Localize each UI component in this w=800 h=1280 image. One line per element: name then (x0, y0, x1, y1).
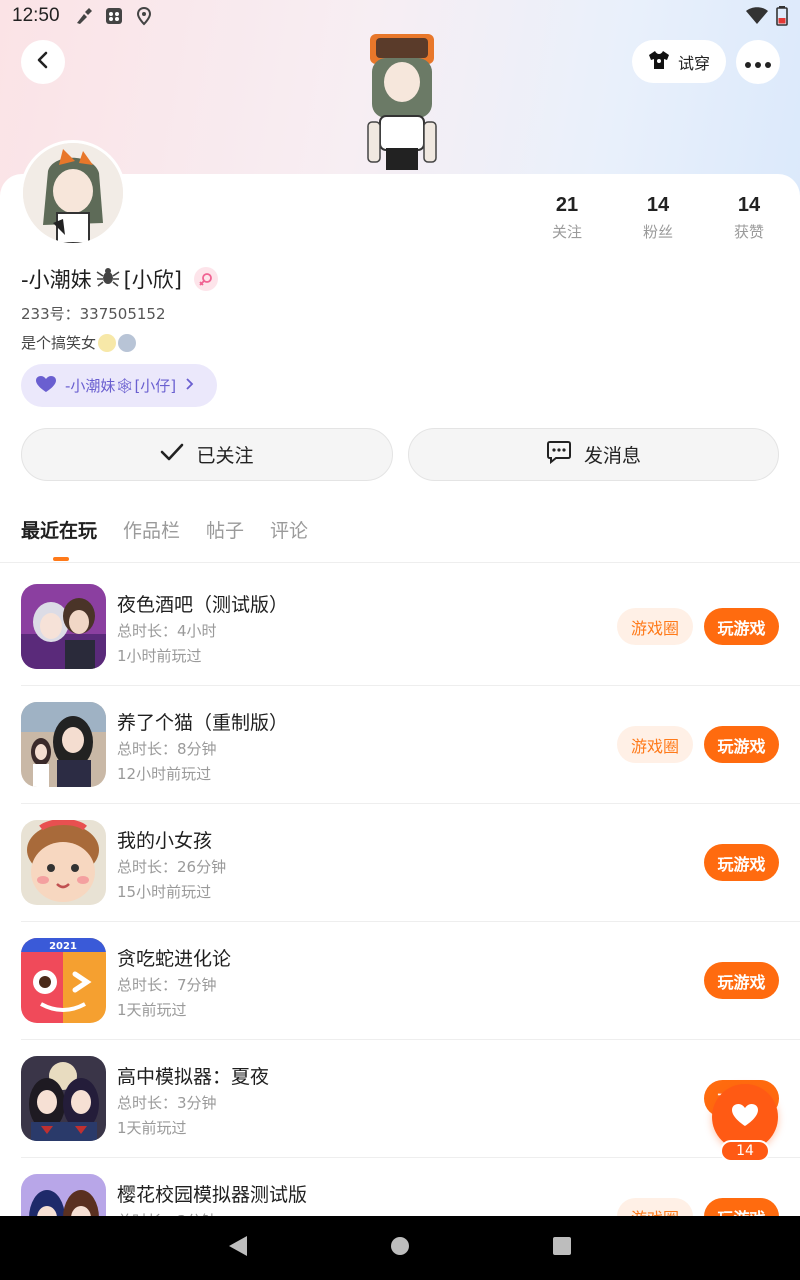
following-label: 已关注 (196, 445, 254, 467)
back-button[interactable] (21, 40, 65, 84)
username: -小潮妹 [小欣] (21, 264, 218, 294)
check-icon (160, 442, 184, 467)
game-title: 养了个猫（重制版） (117, 712, 289, 734)
play-game-button[interactable]: 玩游戏 (704, 608, 779, 645)
username-suffix: [小欣] (123, 268, 182, 292)
stat-value: 14 (646, 194, 670, 216)
game-duration: 总时长：7分钟 (117, 976, 217, 994)
system-navigation-bar (0, 1216, 800, 1280)
clean-icon (74, 6, 94, 26)
user-id: 233号：337505152 (21, 305, 166, 323)
stat-following[interactable]: 21 关注 (532, 194, 602, 242)
divider (0, 562, 800, 563)
game-circle-button[interactable]: 游戏圈 (617, 608, 693, 645)
game-last-played: 1天前玩过 (117, 1001, 187, 1019)
game-circle-button[interactable]: 游戏圈 (617, 726, 693, 763)
try-on-button[interactable]: 试穿 (632, 40, 726, 83)
tab-comments[interactable]: 评论 (270, 516, 308, 543)
cp-relationship-pill[interactable]: -小潮妹🕸[小仔] (21, 364, 217, 407)
game-last-played: 15小时前玩过 (117, 883, 212, 901)
heart-icon (35, 375, 57, 397)
female-gender-icon (193, 267, 218, 291)
tab-works[interactable]: 作品栏 (123, 516, 180, 543)
game-icon-snake-evolution: 2021 (21, 938, 106, 1023)
nav-back-icon[interactable] (227, 1234, 249, 1262)
following-button[interactable]: 已关注 (21, 428, 393, 481)
active-tab-indicator (53, 557, 69, 561)
game-icon-high-school-summer-night (21, 1056, 106, 1141)
stat-value: 14 (737, 194, 761, 216)
game-title: 我的小女孩 (117, 830, 213, 852)
bio: 是个搞笑女 (21, 332, 137, 353)
profile-tabs: 最近在玩 作品栏 帖子 评论 (21, 516, 308, 543)
game-icon-raise-cat (21, 702, 106, 787)
chevron-right-icon (184, 377, 194, 395)
game-duration: 总时长：3分钟 (117, 1094, 217, 1112)
cp-name: -小潮妹🕸[小仔] (65, 377, 177, 395)
play-game-button[interactable]: 玩游戏 (704, 962, 779, 999)
app-notification-icon (104, 6, 124, 26)
stat-label: 关注 (551, 223, 582, 241)
game-last-played: 1天前玩过 (117, 1119, 187, 1137)
tab-posts[interactable]: 帖子 (206, 516, 244, 543)
avatar[interactable] (20, 140, 126, 246)
icon-badge: 2021 (49, 941, 77, 952)
nav-recents-icon[interactable] (551, 1235, 573, 1261)
battery-icon (776, 6, 788, 31)
game-duration: 总时长：26分钟 (117, 858, 227, 876)
status-time: 12:50 (12, 5, 60, 26)
moon-face-emoji-icon (118, 333, 137, 352)
location-icon (134, 6, 154, 26)
game-duration: 总时长：8分钟 (117, 740, 217, 758)
stat-likes[interactable]: 14 获赞 (714, 194, 784, 242)
stat-label: 获赞 (733, 223, 764, 241)
list-item[interactable]: 养了个猫（重制版） 总时长：8分钟 12小时前玩过 游戏圈 玩游戏 (0, 686, 800, 804)
game-icon-night-bar (21, 584, 106, 669)
game-title: 贪吃蛇进化论 (117, 948, 232, 970)
try-on-label: 试穿 (677, 53, 710, 73)
moon-face-emoji-icon (98, 333, 117, 352)
list-item[interactable]: 夜色酒吧（测试版） 总时长：4小时 1小时前玩过 游戏圈 玩游戏 (0, 568, 800, 686)
send-message-label: 发消息 (583, 445, 641, 467)
chat-bubble-icon (546, 440, 572, 469)
shirt-icon (648, 50, 670, 74)
stat-value: 21 (555, 194, 579, 216)
tab-recent-played[interactable]: 最近在玩 (21, 516, 97, 543)
dress-up-avatar-figure[interactable] (360, 30, 444, 175)
stat-label: 粉丝 (642, 223, 673, 241)
more-button[interactable] (736, 40, 780, 84)
chevron-left-icon (33, 50, 53, 74)
game-last-played: 12小时前玩过 (117, 765, 212, 783)
bio-text: 是个搞笑女 (21, 334, 97, 352)
status-bar: 12:50 (0, 0, 800, 32)
list-item[interactable]: 2021 贪吃蛇进化论 总时长：7分钟 1天前玩过 玩游戏 (0, 922, 800, 1040)
play-game-button[interactable]: 玩游戏 (704, 726, 779, 763)
nav-home-icon[interactable] (389, 1235, 411, 1261)
game-title: 高中模拟器：夏夜 (117, 1066, 270, 1088)
heart-icon (731, 1103, 759, 1131)
spider-icon (96, 266, 120, 293)
game-last-played: 1小时前玩过 (117, 647, 202, 665)
game-duration: 总时长：4小时 (117, 622, 217, 640)
game-title: 夜色酒吧（测试版） (117, 594, 289, 616)
wifi-icon (746, 7, 768, 30)
more-dots-icon (745, 53, 771, 72)
game-title: 樱花校园模拟器测试版 (117, 1184, 308, 1206)
like-count-badge: 14 (720, 1140, 770, 1162)
play-game-button[interactable]: 玩游戏 (704, 844, 779, 881)
game-icon-my-little-girl (21, 820, 106, 905)
recent-games-list: 夜色酒吧（测试版） 总时长：4小时 1小时前玩过 游戏圈 玩游戏 养了个猫（重制… (0, 568, 800, 1276)
send-message-button[interactable]: 发消息 (408, 428, 779, 481)
list-item[interactable]: 我的小女孩 总时长：26分钟 15小时前玩过 玩游戏 (0, 804, 800, 922)
stat-followers[interactable]: 14 粉丝 (623, 194, 693, 242)
username-prefix: -小潮妹 (21, 268, 92, 292)
list-item[interactable]: 高中模拟器：夏夜 总时长：3分钟 1天前玩过 玩游戏 (0, 1040, 800, 1158)
